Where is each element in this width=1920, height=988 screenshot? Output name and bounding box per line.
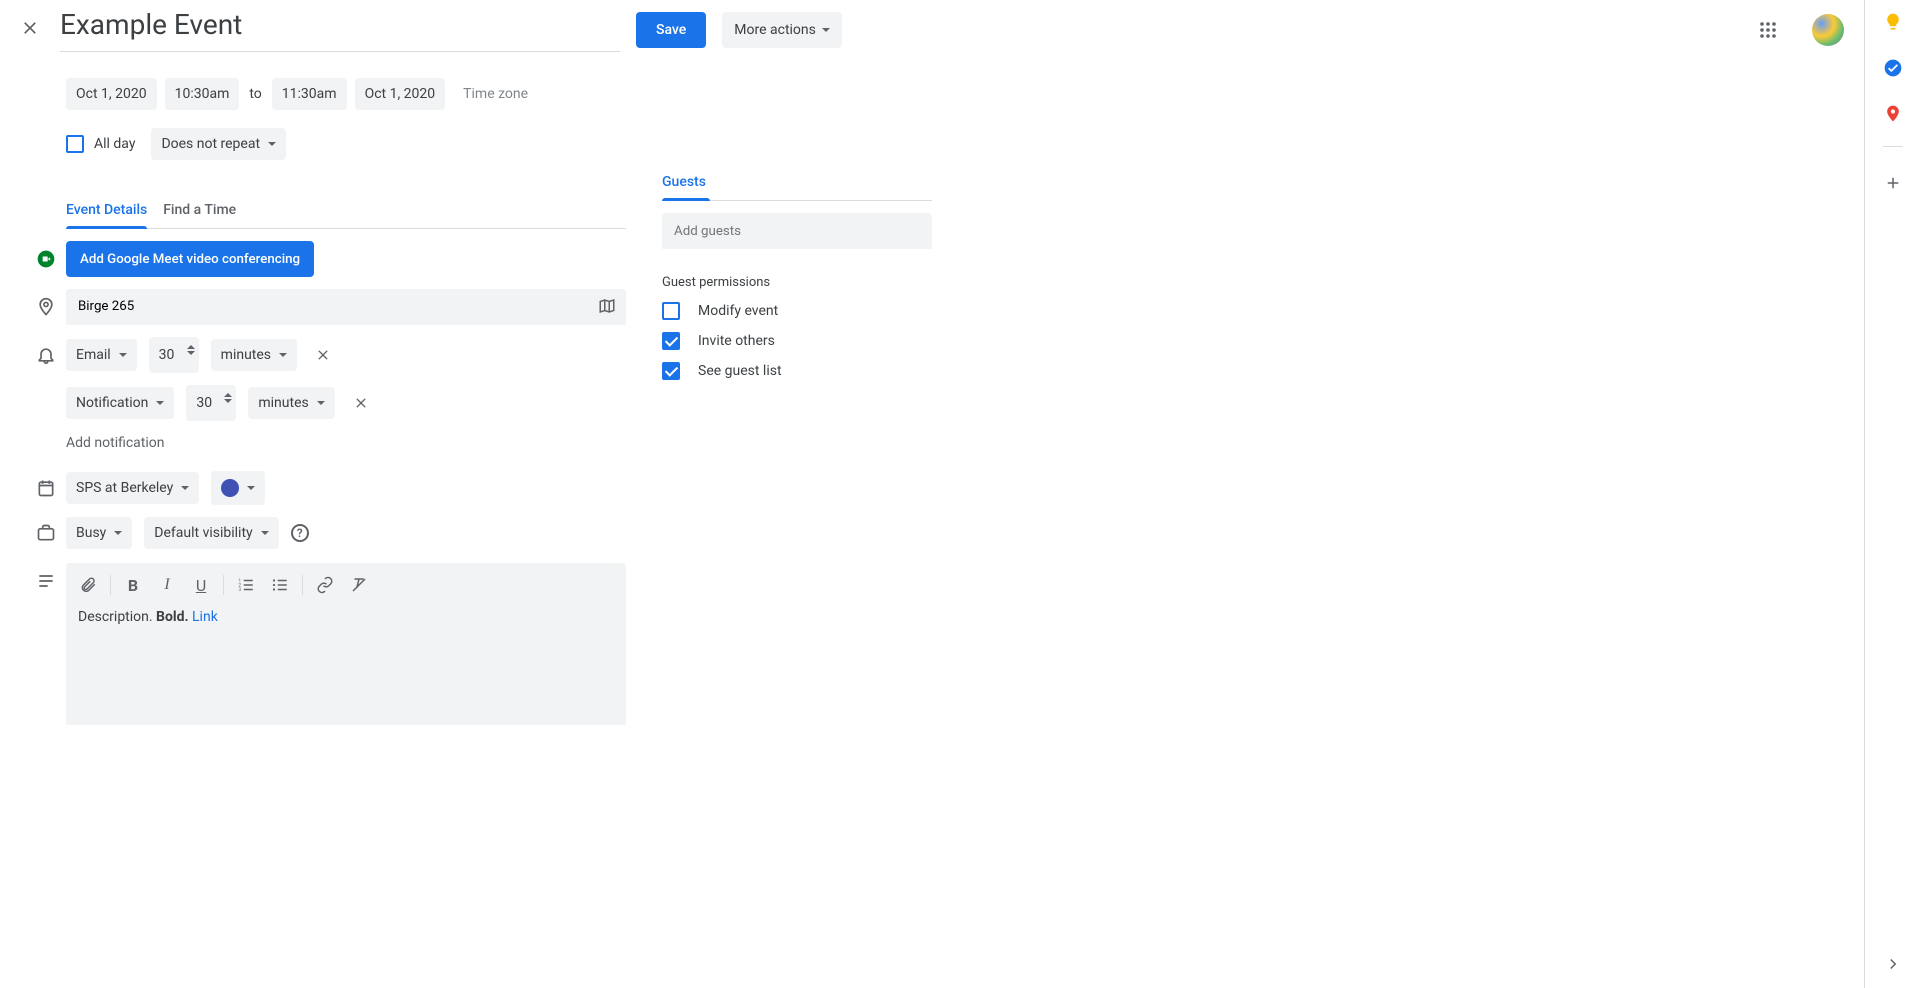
invite-others-label: Invite others [698,333,775,349]
color-swatch [221,479,239,497]
location-icon [36,297,56,317]
to-label: to [249,86,261,102]
help-icon[interactable]: ? [291,524,309,542]
notification-value-1[interactable]: 30 [149,337,199,373]
stepper-down-icon[interactable] [224,399,232,407]
briefcase-icon [36,523,56,543]
attach-icon[interactable] [72,569,104,601]
invite-others-checkbox[interactable] [662,332,680,350]
numbered-list-icon[interactable]: 123 [230,569,262,601]
calendar-dropdown[interactable]: SPS at Berkeley [66,472,199,504]
calendar-color-picker[interactable] [211,471,265,505]
availability-dropdown[interactable]: Busy [66,517,132,549]
video-meet-icon [36,249,56,269]
notification-value-2[interactable]: 30 [186,385,236,421]
calendar-icon [36,478,56,498]
underline-icon[interactable]: U [185,569,217,601]
map-icon[interactable] [598,297,616,315]
timezone-button[interactable]: Time zone [463,86,528,102]
modify-event-checkbox[interactable] [662,302,680,320]
description-bold: Bold. [156,609,188,625]
keep-icon[interactable] [1883,12,1903,32]
guest-permissions-title: Guest permissions [662,275,958,290]
bulleted-list-icon[interactable] [264,569,296,601]
modify-event-label: Modify event [698,303,778,319]
description-content[interactable]: Description. Bold. Link [66,607,626,725]
event-title-input[interactable]: Example Event [60,8,620,52]
google-apps-icon[interactable] [1748,10,1788,50]
remove-notification-1[interactable] [313,345,333,365]
description-plain: Description. [78,609,156,625]
add-addon-icon[interactable] [1883,173,1903,193]
see-guest-list-label: See guest list [698,363,782,379]
chevron-down-icon [247,486,255,494]
more-actions-button[interactable]: More actions [722,12,842,48]
start-date-picker[interactable]: Oct 1, 2020 [66,78,157,110]
bold-icon[interactable]: B [117,569,149,601]
add-meet-button[interactable]: Add Google Meet video conferencing [66,241,314,277]
hide-sidepanel-icon[interactable] [1883,954,1903,974]
tab-guests[interactable]: Guests [662,174,932,201]
add-guests-input[interactable] [662,213,932,249]
chevron-down-icon [822,28,830,36]
location-input[interactable] [66,289,626,325]
stepper-down-icon[interactable] [187,351,195,359]
stepper-up-icon[interactable] [187,341,195,349]
stepper-up-icon[interactable] [224,389,232,397]
link-icon[interactable] [309,569,341,601]
italic-icon[interactable]: I [151,569,183,601]
tab-event-details[interactable]: Event Details [66,202,147,228]
save-button[interactable]: Save [636,12,706,48]
maps-icon[interactable] [1883,104,1903,124]
all-day-checkbox[interactable] [66,135,84,153]
close-icon[interactable] [20,18,44,42]
end-date-picker[interactable]: Oct 1, 2020 [355,78,446,110]
notification-method-2[interactable]: Notification [66,387,174,419]
visibility-dropdown[interactable]: Default visibility [144,517,278,549]
tab-find-a-time[interactable]: Find a Time [163,202,236,228]
notification-unit-2[interactable]: minutes [248,387,334,419]
description-link[interactable]: Link [192,609,218,625]
start-time-picker[interactable]: 10:30am [165,78,240,110]
description-editor[interactable]: B I U 123 Description [66,563,626,725]
notification-method-1[interactable]: Email [66,339,137,371]
bell-icon [36,345,56,365]
clear-format-icon[interactable] [343,569,375,601]
description-icon [36,571,56,591]
add-notification-button[interactable]: Add notification [66,435,165,451]
all-day-label: All day [94,136,135,152]
end-time-picker[interactable]: 11:30am [272,78,347,110]
tasks-icon[interactable] [1883,58,1903,78]
notification-unit-1[interactable]: minutes [211,339,297,371]
recurrence-dropdown[interactable]: Does not repeat [151,128,286,160]
remove-notification-2[interactable] [351,393,371,413]
account-avatar[interactable] [1812,14,1844,46]
see-guest-list-checkbox[interactable] [662,362,680,380]
more-actions-label: More actions [734,22,816,38]
svg-text:3: 3 [239,587,242,593]
